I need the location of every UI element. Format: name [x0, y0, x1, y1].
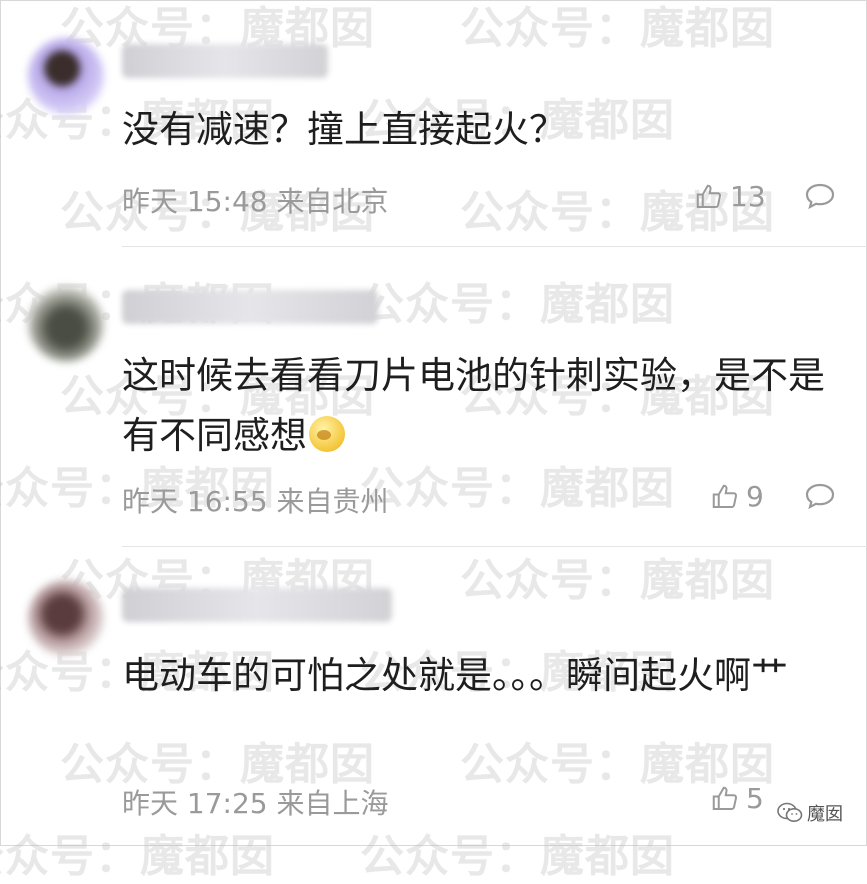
username-blurred[interactable] — [122, 44, 328, 78]
divider — [122, 546, 867, 547]
comment-text-body: 这时候去看看刀片电池的针刺实验，是不是有不同感想 — [122, 354, 825, 457]
username-blurred[interactable] — [122, 588, 392, 622]
like-button[interactable]: 9 — [710, 480, 764, 513]
watermark-text: 公众号：魔都囡 — [460, 3, 775, 54]
avatar[interactable] — [28, 580, 104, 656]
username-blurred[interactable] — [122, 290, 378, 324]
comment-text: 没有减速？撞上直接起火？ — [122, 108, 566, 151]
comment-meta: 昨天 17:25 来自上海 — [122, 787, 389, 820]
comment-icon[interactable] — [804, 482, 836, 510]
thumbs-up-icon — [712, 786, 738, 810]
thinking-emoji-icon — [309, 416, 345, 452]
divider — [122, 246, 867, 247]
brand-label: 魔囡 — [807, 804, 843, 825]
comment-text: 这时候去看看刀片电池的针刺实验，是不是有不同感想 — [122, 346, 852, 466]
watermark-text: 公众号：魔都囡 — [460, 555, 775, 606]
like-count: 5 — [746, 782, 764, 815]
like-count: 13 — [730, 180, 766, 213]
thumbs-up-icon — [696, 184, 722, 208]
thumbs-up-icon — [712, 484, 738, 508]
wechat-icon — [777, 802, 803, 822]
avatar[interactable] — [28, 38, 104, 114]
like-count: 9 — [746, 480, 764, 513]
comment-icon[interactable] — [804, 182, 836, 210]
brand-badge: 魔囡 — [777, 800, 843, 826]
comment-text: 电动车的可怕之处就是。。。瞬间起火啊艹 — [122, 654, 788, 697]
comment-meta: 昨天 15:48 来自北京 — [122, 185, 389, 218]
watermark-text: 公众号：魔都囡 — [360, 831, 675, 882]
like-button[interactable]: 5 — [710, 782, 764, 815]
avatar[interactable] — [28, 286, 104, 362]
watermark-text: 公众号：魔都囡 — [360, 279, 675, 330]
like-button[interactable]: 13 — [694, 180, 766, 213]
comment-meta: 昨天 16:55 来自贵州 — [122, 485, 389, 518]
watermark-text: 公众号：魔都囡 — [0, 831, 275, 882]
